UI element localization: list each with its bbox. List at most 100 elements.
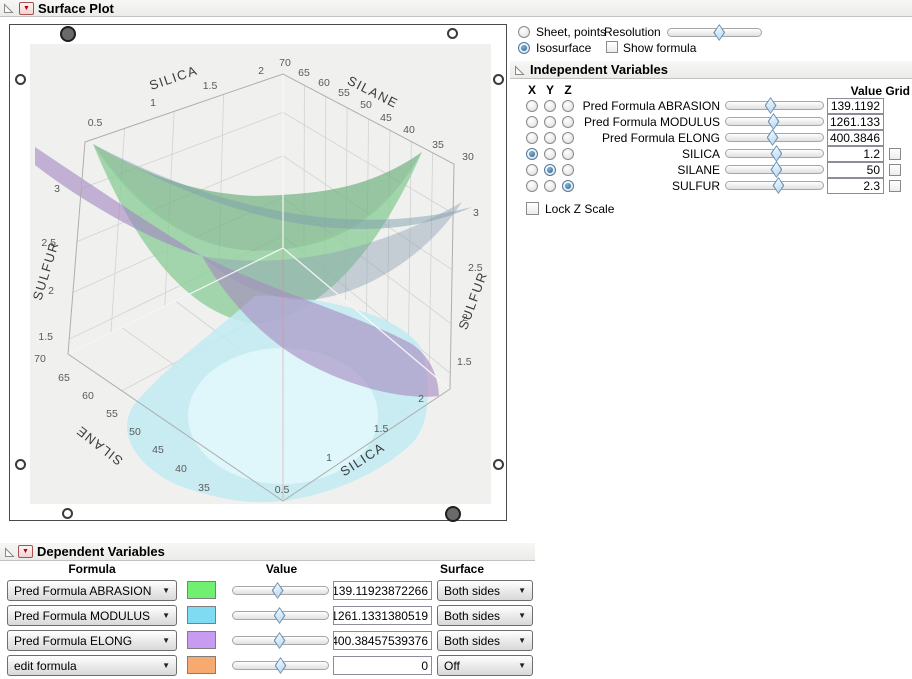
elong-x-radio[interactable] <box>526 132 538 144</box>
modulus-dep-slider-thumb[interactable] <box>273 607 286 624</box>
formula-dropdown-modulus[interactable]: Pred Formula MODULUS ▼ <box>7 605 177 626</box>
elong-dep-slider-thumb[interactable] <box>273 632 286 649</box>
elong-slider[interactable] <box>725 129 824 146</box>
svg-text:30: 30 <box>462 151 474 163</box>
sheet-points-label: Sheet, points <box>536 25 607 39</box>
elong-color-swatch[interactable] <box>187 631 216 649</box>
resolution-slider-thumb[interactable] <box>713 24 726 41</box>
edit-formula-slider-thumb[interactable] <box>274 657 287 674</box>
abrasion-y-radio[interactable] <box>544 100 556 112</box>
edit-formula-value-field[interactable]: 0 <box>333 656 432 675</box>
modulus-dep-slider[interactable] <box>232 607 329 624</box>
sulfur-axis-title-left: SULFUR <box>30 239 62 302</box>
silane-grid-checkbox[interactable] <box>889 164 901 176</box>
svg-text:70: 70 <box>34 353 46 365</box>
rotate-handle-right-lower[interactable] <box>493 459 504 470</box>
silica-grid-checkbox[interactable] <box>889 148 901 160</box>
silica-z-radio[interactable] <box>562 148 574 160</box>
svg-text:2: 2 <box>258 65 264 77</box>
show-formula-checkbox[interactable] <box>606 41 618 53</box>
isosurface-radio[interactable] <box>518 42 530 54</box>
surface-plot-window: { "window": { "title": "Surface Plot" },… <box>0 0 912 679</box>
elong-z-radio[interactable] <box>562 132 574 144</box>
plot-3d-canvas[interactable]: 0.5 1 1.5 2 70 65 60 55 50 45 40 35 30 3… <box>30 44 491 504</box>
chevron-down-icon: ▼ <box>162 636 170 645</box>
modulus-color-swatch[interactable] <box>187 606 216 624</box>
abrasion-value-field[interactable]: 139.1192 <box>827 98 884 114</box>
sulfur-z-radio[interactable] <box>562 180 574 192</box>
silane-y-radio[interactable] <box>544 164 556 176</box>
modulus-y-radio[interactable] <box>544 116 556 128</box>
abrasion-x-radio[interactable] <box>526 100 538 112</box>
rotate-handle-top-left[interactable] <box>60 26 76 42</box>
abrasion-slider-thumb[interactable] <box>764 97 777 114</box>
sulfur-grid-checkbox[interactable] <box>889 180 901 192</box>
abrasion-z-radio[interactable] <box>562 100 574 112</box>
svg-text:55: 55 <box>338 87 350 99</box>
rotate-handle-left-lower[interactable] <box>15 459 26 470</box>
abrasion-surface-dropdown[interactable]: Both sides ▼ <box>437 580 533 601</box>
abrasion-slider[interactable] <box>725 97 824 114</box>
dependent-variables-title: Dependent Variables <box>37 544 165 559</box>
formula-column-header: Formula <box>68 562 116 576</box>
edit-formula-surface-dropdown[interactable]: Off ▼ <box>437 655 533 676</box>
modulus-z-radio[interactable] <box>562 116 574 128</box>
chevron-down-icon: ▼ <box>518 611 526 620</box>
elong-value-field[interactable]: 400.3846 <box>827 130 884 146</box>
silane-slider-thumb[interactable] <box>770 161 783 178</box>
sheet-points-radio[interactable] <box>518 26 530 38</box>
rotate-handle-left-upper[interactable] <box>15 74 26 85</box>
abrasion-dep-slider-thumb[interactable] <box>271 582 284 599</box>
abrasion-color-swatch[interactable] <box>187 581 216 599</box>
lock-z-scale-checkbox[interactable] <box>526 202 539 215</box>
modulus-dep-value-field[interactable]: 1261.1331380519 <box>333 606 432 625</box>
silica-value-field[interactable]: 1.2 <box>827 146 884 162</box>
silica-x-radio[interactable] <box>526 148 538 160</box>
silane-x-radio[interactable] <box>526 164 538 176</box>
sulfur-value-field[interactable]: 2.3 <box>827 178 884 194</box>
resolution-slider[interactable] <box>667 24 762 41</box>
abrasion-dep-value-field[interactable]: 139.11923872266 <box>333 581 432 600</box>
rotate-handle-bottom-right[interactable] <box>445 506 461 522</box>
isosurface-label: Isosurface <box>536 41 592 55</box>
resolution-label: Resolution <box>604 25 661 39</box>
abrasion-dep-slider[interactable] <box>232 582 329 599</box>
modulus-x-radio[interactable] <box>526 116 538 128</box>
rotate-handle-top-right[interactable] <box>447 28 458 39</box>
modulus-value-field[interactable]: 1261.133 <box>827 114 884 130</box>
rotate-handle-right-upper[interactable] <box>493 74 504 85</box>
elong-dep-slider[interactable] <box>232 632 329 649</box>
red-menu-button[interactable]: ▼ <box>19 2 34 15</box>
modulus-slider[interactable] <box>725 113 824 130</box>
silane-slider[interactable] <box>725 161 824 178</box>
silica-slider-thumb[interactable] <box>770 145 783 162</box>
svg-text:45: 45 <box>152 444 164 456</box>
disclosure-triangle-icon[interactable] <box>3 3 14 14</box>
elong-y-radio[interactable] <box>544 132 556 144</box>
silane-axis-title-top: SILANE <box>345 73 401 111</box>
formula-dropdown-abrasion[interactable]: Pred Formula ABRASION ▼ <box>7 580 177 601</box>
edit-formula-slider[interactable] <box>232 657 329 674</box>
svg-text:40: 40 <box>403 124 415 136</box>
disclosure-triangle-icon[interactable] <box>4 547 15 558</box>
silane-z-radio[interactable] <box>562 164 574 176</box>
elong-surface-dropdown[interactable]: Both sides ▼ <box>437 630 533 651</box>
svg-text:35: 35 <box>432 139 444 151</box>
silica-y-radio[interactable] <box>544 148 556 160</box>
rotate-handle-bottom-left[interactable] <box>62 508 73 519</box>
modulus-slider-thumb[interactable] <box>767 113 780 130</box>
formula-dropdown-edit[interactable]: edit formula ▼ <box>7 655 177 676</box>
sulfur-slider[interactable] <box>725 177 824 194</box>
sulfur-x-radio[interactable] <box>526 180 538 192</box>
edit-formula-color-swatch[interactable] <box>187 656 216 674</box>
elong-slider-thumb[interactable] <box>766 129 779 146</box>
disclosure-triangle-icon[interactable] <box>514 65 525 76</box>
sulfur-slider-thumb[interactable] <box>772 177 785 194</box>
modulus-surface-dropdown[interactable]: Both sides ▼ <box>437 605 533 626</box>
formula-dropdown-elong[interactable]: Pred Formula ELONG ▼ <box>7 630 177 651</box>
elong-dep-value-field[interactable]: 400.38457539376 <box>333 631 432 650</box>
silane-value-field[interactable]: 50 <box>827 162 884 178</box>
sulfur-y-radio[interactable] <box>544 180 556 192</box>
silica-slider[interactable] <box>725 145 824 162</box>
red-menu-button[interactable]: ▼ <box>18 545 33 558</box>
